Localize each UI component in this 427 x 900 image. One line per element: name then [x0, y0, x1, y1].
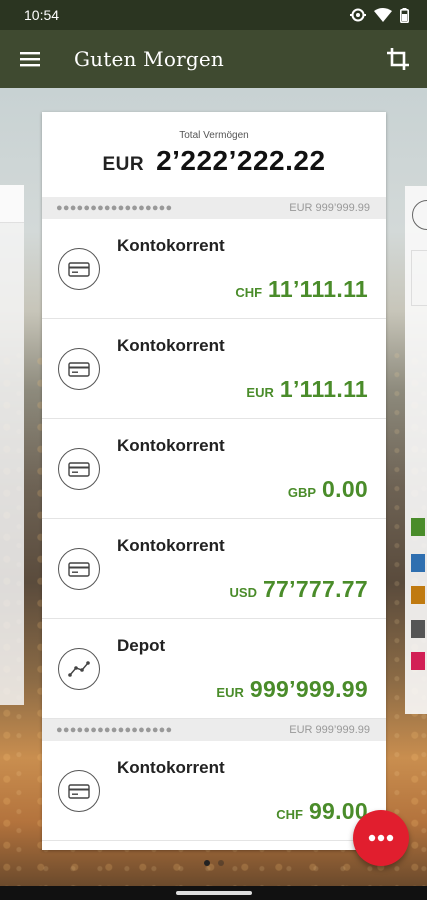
account-amount: 0.00: [322, 476, 368, 502]
page-dot-active[interactable]: [203, 860, 210, 866]
card-icon: [58, 248, 100, 290]
previous-card-peek[interactable]: [0, 185, 24, 705]
account-balance: EUR 999’999.99: [216, 676, 368, 703]
account-currency: USD: [229, 585, 257, 600]
home-gesture-handle[interactable]: [176, 891, 252, 895]
account-name: Kontokorrent: [117, 436, 225, 455]
page-indicator: [0, 860, 427, 866]
account-row[interactable]: Kontokorrent GBP 0.00: [42, 419, 386, 519]
account-amount: 77’777.77: [262, 576, 368, 602]
crop-button[interactable]: [369, 30, 427, 88]
total-assets-label: Total Vermögen: [179, 130, 249, 141]
account-currency: CHF: [276, 807, 303, 822]
account-row[interactable]: Kontokorrent CHF 99.00: [42, 741, 386, 841]
account-name: Kontokorrent: [117, 336, 225, 355]
card-icon: [58, 348, 100, 390]
account-amount: 11’111.11: [268, 276, 368, 302]
account-name: Kontokorrent: [117, 236, 225, 255]
account-balance: CHF 99.00: [276, 798, 368, 825]
account-name: Kontokorrent: [117, 758, 225, 777]
account-name: Kontokorrent: [117, 536, 225, 555]
more-horizontal-icon: [368, 834, 394, 842]
vpn-key-icon: [350, 8, 366, 22]
account-balance: EUR 1’111.11: [246, 376, 368, 403]
account-currency: EUR: [246, 385, 274, 400]
account-balance: CHF 11’111.11: [235, 276, 368, 303]
total-assets-amount: 2’222’222.22: [156, 145, 326, 176]
account-currency: GBP: [287, 485, 317, 500]
menu-button[interactable]: [0, 30, 60, 88]
more-actions-button[interactable]: [353, 810, 409, 866]
group-name-masked: ●●●●●●●●●●●●●●●●●: [56, 724, 173, 736]
card-icon: [58, 548, 100, 590]
account-row[interactable]: Depot EUR 999’999.99: [42, 619, 386, 719]
account-row[interactable]: Kontokorrent EUR 1’111.11: [42, 319, 386, 419]
status-time: 10:54: [24, 7, 60, 23]
account-row[interactable]: Kontokorrent USD 77’777.77: [42, 519, 386, 619]
page-dot[interactable]: [217, 860, 224, 866]
group-name-masked: ●●●●●●●●●●●●●●●●●: [56, 202, 173, 214]
account-amount: 999’999.99: [249, 676, 368, 702]
page-title: Guten Morgen: [74, 47, 224, 71]
account-balance: GBP 0.00: [288, 476, 368, 503]
card-icon: [58, 770, 100, 812]
battery-icon: [400, 7, 409, 23]
system-nav-bar: [0, 886, 427, 900]
account-balance: USD 77’777.77: [230, 576, 368, 603]
chart-line-icon: [58, 648, 100, 690]
crop-icon: [387, 48, 409, 70]
group-header: ●●●●●●●●●●●●●●●●● EUR 999’999.99: [42, 719, 386, 741]
account-amount: 1’111.11: [279, 376, 368, 402]
assets-card: Total Vermögen EUR 2’222’222.22 ●●●●●●●●…: [42, 112, 386, 850]
group-total: EUR 999’999.99: [289, 724, 370, 736]
hamburger-menu-icon: [20, 52, 40, 67]
next-card-peek[interactable]: [405, 186, 427, 714]
account-currency: CHF: [235, 285, 263, 300]
status-icons: [350, 7, 409, 23]
status-bar: 10:54: [0, 0, 427, 30]
app-bar: Guten Morgen: [0, 30, 427, 88]
wifi-icon: [374, 8, 392, 22]
account-currency: EUR: [216, 685, 244, 700]
account-name: Depot: [117, 636, 166, 655]
total-assets-currency: EUR: [102, 154, 145, 175]
chart-box: [411, 250, 427, 306]
group-total: EUR 999’999.99: [289, 202, 370, 214]
total-assets: Total Vermögen EUR 2’222’222.22: [42, 112, 386, 197]
account-row[interactable]: Kontokorrent CHF 11’111.11: [42, 219, 386, 319]
group-header: ●●●●●●●●●●●●●●●●● EUR 999’999.99: [42, 197, 386, 219]
chart-icon: [412, 200, 427, 230]
card-icon: [58, 448, 100, 490]
